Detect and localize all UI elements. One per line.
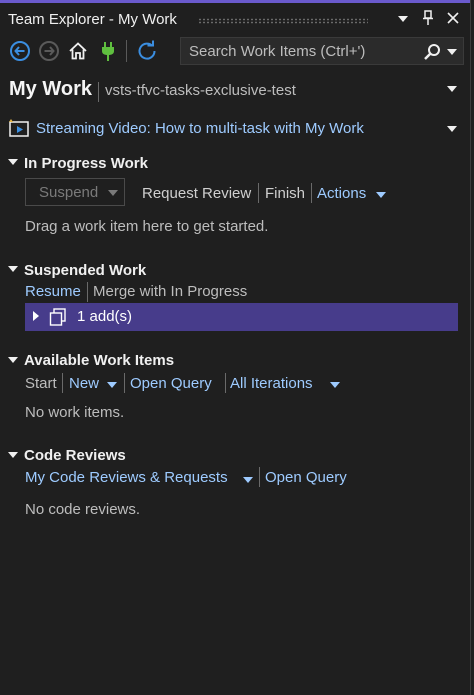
connect-button[interactable] <box>97 40 119 62</box>
home-button[interactable] <box>67 40 89 62</box>
close-icon <box>447 12 459 24</box>
title-grip[interactable] <box>198 18 368 24</box>
video-menu-chevron-icon[interactable] <box>447 126 457 132</box>
in-progress-title: In Progress Work <box>24 155 148 172</box>
window-menu-button[interactable] <box>394 9 412 27</box>
pin-button[interactable] <box>419 9 437 27</box>
changeset-icon <box>49 308 66 326</box>
separator <box>258 183 259 203</box>
header-separator <box>98 82 99 102</box>
collapse-code-reviews-icon[interactable] <box>8 452 18 458</box>
request-review-link[interactable]: Request Review <box>142 185 251 202</box>
expand-icon[interactable] <box>33 311 39 321</box>
reviews-open-query-link[interactable]: Open Query <box>265 469 347 486</box>
code-reviews-title: Code Reviews <box>24 447 126 464</box>
title-bar: Team Explorer - My Work <box>0 0 470 30</box>
actions-link[interactable]: Actions <box>317 185 366 202</box>
resume-link[interactable]: Resume <box>25 283 81 300</box>
suspend-button[interactable]: Suspend <box>25 178 125 206</box>
separator <box>62 373 63 393</box>
new-link[interactable]: New <box>69 375 99 392</box>
collapse-in-progress-icon[interactable] <box>8 159 18 165</box>
no-code-reviews-text: No code reviews. <box>25 501 141 518</box>
separator <box>124 373 125 393</box>
chevron-down-icon <box>398 16 408 22</box>
home-icon <box>69 42 87 60</box>
streaming-video-link[interactable]: Streaming Video: How to multi-task with … <box>36 120 364 137</box>
forward-button[interactable] <box>38 40 60 62</box>
in-progress-empty-hint: Drag a work item here to get started. <box>25 218 269 235</box>
close-button[interactable] <box>444 9 462 27</box>
toolbar-separator <box>126 40 127 62</box>
collapse-available-icon[interactable] <box>8 357 18 363</box>
search-options-icon[interactable] <box>447 49 457 55</box>
new-chevron-down-icon[interactable] <box>107 382 117 388</box>
refresh-button[interactable] <box>136 40 158 62</box>
separator <box>311 183 312 203</box>
search-input[interactable]: Search Work Items (Ctrl+') <box>189 43 365 60</box>
actions-chevron-down-icon[interactable] <box>376 192 386 198</box>
search-icon[interactable] <box>423 43 441 61</box>
suspend-label: Suspend <box>39 184 99 201</box>
iterations-chevron-down-icon[interactable] <box>330 382 340 388</box>
all-iterations-link[interactable]: All Iterations <box>230 375 313 392</box>
finish-link[interactable]: Finish <box>265 185 305 202</box>
page-menu-chevron-icon[interactable] <box>447 86 457 92</box>
team-explorer-panel: Team Explorer - My Work Search Work Item… <box>0 0 471 695</box>
project-name: vsts-tfvc-tasks-exclusive-test <box>105 82 296 99</box>
refresh-icon <box>138 40 156 60</box>
suspended-item-row[interactable]: 1 add(s) <box>25 303 458 331</box>
collapse-suspended-icon[interactable] <box>8 266 18 272</box>
arrow-right-icon <box>39 41 59 61</box>
arrow-left-icon <box>10 41 30 61</box>
window-title: Team Explorer - My Work <box>8 11 177 28</box>
merge-link[interactable]: Merge with In Progress <box>93 283 247 300</box>
suspended-item-label: 1 add(s) <box>77 308 133 325</box>
separator <box>225 373 226 393</box>
search-box[interactable]: Search Work Items (Ctrl+') <box>180 37 464 65</box>
suspend-chevron-down-icon <box>108 190 118 196</box>
page-title: My Work <box>9 78 92 100</box>
available-title: Available Work Items <box>24 352 175 369</box>
plug-icon <box>102 42 114 61</box>
reviews-chevron-down-icon[interactable] <box>243 477 253 483</box>
separator <box>87 282 88 302</box>
back-button[interactable] <box>9 40 31 62</box>
separator <box>259 467 260 487</box>
my-code-reviews-link[interactable]: My Code Reviews & Requests <box>25 469 228 486</box>
suspended-title: Suspended Work <box>24 262 147 279</box>
start-link[interactable]: Start <box>25 375 57 392</box>
video-icon <box>9 119 29 137</box>
toolbar: Search Work Items (Ctrl+') <box>0 34 470 68</box>
pin-icon <box>423 10 433 25</box>
no-work-items-text: No work items. <box>25 404 125 421</box>
open-query-link[interactable]: Open Query <box>130 375 212 392</box>
